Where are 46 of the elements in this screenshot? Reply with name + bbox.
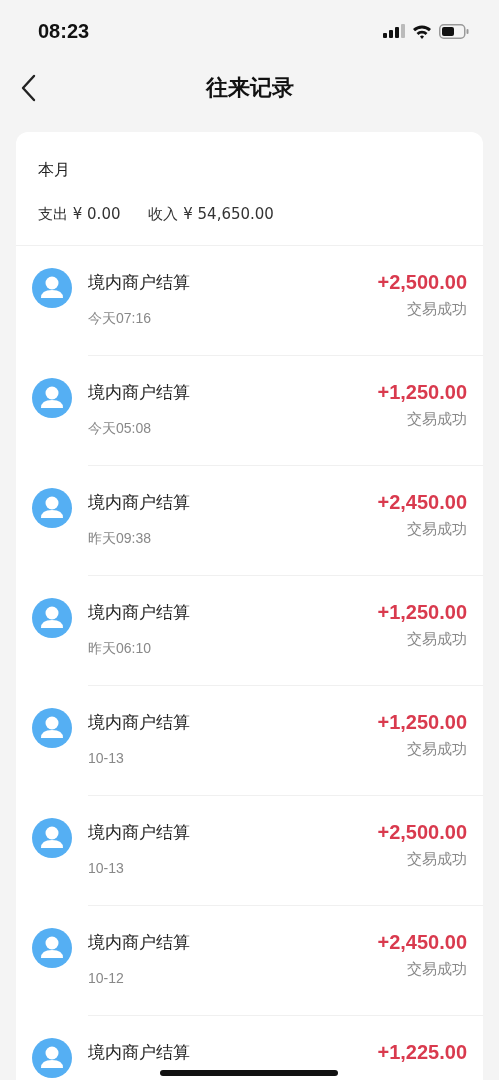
- record-amount: +2,450.00: [377, 931, 467, 954]
- record-status: 交易成功: [406, 410, 467, 429]
- record-time: 今天07:16: [88, 310, 153, 328]
- avatar-icon: [32, 598, 72, 638]
- avatar-icon: [32, 928, 72, 968]
- record-time: 10-12: [88, 970, 125, 986]
- record-status: 交易成功: [406, 960, 467, 979]
- record-title: 境内商户结算: [88, 1041, 191, 1064]
- record-title: 境内商户结算: [88, 271, 191, 294]
- record-status: 交易成功: [406, 520, 467, 539]
- record-title: 境内商户结算: [88, 601, 191, 624]
- wifi-icon: [412, 23, 432, 39]
- avatar-icon: [32, 708, 72, 748]
- income-total: 收入 ¥ 54,650.00: [148, 205, 274, 224]
- record-amount: +1,250.00: [377, 601, 467, 624]
- record-time: 昨天09:38: [88, 530, 153, 548]
- avatar-icon: [32, 378, 72, 418]
- record-status: 交易成功: [406, 630, 467, 649]
- record-amount: +2,500.00: [377, 271, 467, 294]
- page-title: 往来记录: [205, 74, 294, 102]
- status-time: 08:23: [38, 19, 90, 43]
- avatar-icon: [32, 488, 72, 528]
- record-amount: +2,450.00: [377, 491, 467, 514]
- record-time: 昨天06:10: [88, 640, 153, 658]
- record-amount: +1,225.00: [377, 1041, 467, 1064]
- record-time: 10-13: [88, 860, 125, 876]
- record-title: 境内商户结算: [88, 491, 191, 514]
- battery-icon: [439, 23, 469, 39]
- expense-total: 支出 ¥ 0.00: [38, 205, 121, 224]
- avatar-icon: [32, 268, 72, 308]
- signal-icon: [383, 24, 405, 38]
- record-title: 境内商户结算: [88, 821, 191, 844]
- record-amount: +1,250.00: [377, 711, 467, 734]
- period-label: 本月: [38, 160, 71, 181]
- record-status: 交易成功: [406, 850, 467, 869]
- record-status: 交易成功: [406, 740, 467, 759]
- back-icon[interactable]: [20, 74, 36, 102]
- record-title: 境内商户结算: [88, 931, 191, 954]
- record-title: 境内商户结算: [88, 711, 191, 734]
- record-title: 境内商户结算: [88, 381, 191, 404]
- record-time: 今天05:08: [88, 420, 153, 438]
- record-status: 交易成功: [406, 300, 467, 319]
- record-amount: +1,250.00: [377, 381, 467, 404]
- avatar-icon: [32, 818, 72, 858]
- record-time: 10-13: [88, 750, 125, 766]
- record-amount: +2,500.00: [377, 821, 467, 844]
